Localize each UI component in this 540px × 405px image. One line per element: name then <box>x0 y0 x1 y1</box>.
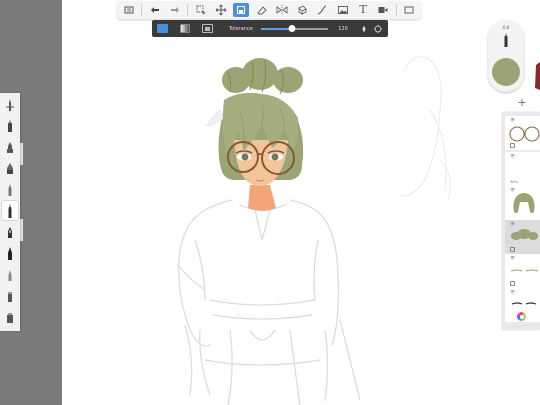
image-icon[interactable] <box>335 3 351 17</box>
canvas-artwork <box>177 56 540 405</box>
layer-opacity-label: 30% <box>510 180 518 184</box>
tolerance-slider-fill <box>260 27 293 30</box>
brush-3-icon[interactable] <box>2 138 18 157</box>
perspective-icon[interactable] <box>294 3 310 17</box>
tolerance-value: 120 <box>338 25 348 32</box>
brush-size-readout: 6.8 <box>502 25 510 30</box>
layer-thumbnail <box>513 193 535 213</box>
current-brush-icon <box>504 33 508 47</box>
tolerance-slider-knob[interactable] <box>288 24 296 32</box>
color-layer-swatch <box>205 26 211 31</box>
lock-icon <box>510 143 515 148</box>
main-toolbar: T <box>117 1 421 19</box>
lock-icon <box>510 247 515 252</box>
brush-palette <box>0 93 20 331</box>
fill-icon[interactable] <box>233 3 250 17</box>
brush-palette-handle[interactable] <box>20 143 23 165</box>
brush-1-icon[interactable] <box>2 95 18 114</box>
transform-icon[interactable] <box>213 3 229 17</box>
pen-curve-icon[interactable] <box>314 3 330 17</box>
gallery-icon[interactable] <box>121 3 137 17</box>
brush-7-icon[interactable] <box>2 223 18 242</box>
fill-options-bar: Tolerance 120 <box>152 20 388 37</box>
brush-10-icon[interactable] <box>2 287 18 306</box>
sample-icon[interactable] <box>359 23 370 34</box>
layer-eyebrows[interactable]: 👁 <box>505 254 540 288</box>
visibility-icon[interactable]: 👁 <box>510 154 515 158</box>
current-color-swatch[interactable] <box>492 58 520 86</box>
layer-sketch[interactable]: 👁 30% <box>505 152 540 186</box>
solid-fill-mode-button[interactable] <box>157 24 168 33</box>
color-puck[interactable]: 6.8 <box>488 20 524 92</box>
brush-9-icon[interactable] <box>2 265 18 284</box>
layer-glasses[interactable]: 👁 <box>505 116 540 150</box>
layer-hair-buns[interactable]: 👁 <box>505 220 540 254</box>
gradient-fill-mode-button[interactable] <box>179 24 191 33</box>
add-layer-button[interactable]: + <box>507 92 537 112</box>
undo-icon[interactable] <box>147 3 163 17</box>
tolerance-label: Tolerance <box>228 25 253 32</box>
toolbar-divider <box>187 4 189 16</box>
color-layer-fill-mode-button[interactable] <box>202 24 213 33</box>
fill-options-settings-icon[interactable] <box>372 23 383 34</box>
layer-hair-back[interactable]: 👁 <box>505 186 540 220</box>
brush-2-icon[interactable] <box>2 116 18 135</box>
brush-11-icon[interactable] <box>2 308 18 327</box>
brush-4-icon[interactable] <box>2 159 18 178</box>
lock-icon <box>510 281 515 286</box>
eraser-icon[interactable] <box>254 3 270 17</box>
redo-icon[interactable] <box>167 3 183 17</box>
window-icon[interactable] <box>401 3 417 17</box>
brush-8-icon[interactable] <box>2 244 18 263</box>
color-wheel-icon[interactable] <box>517 312 526 321</box>
brush-5-icon[interactable] <box>2 180 18 199</box>
brush-palette-handle[interactable] <box>20 219 23 241</box>
toolbar-divider <box>141 4 143 16</box>
drawing-canvas[interactable] <box>62 0 540 405</box>
selection-icon[interactable] <box>193 3 209 17</box>
reference-icon[interactable] <box>375 3 391 17</box>
text-icon[interactable]: T <box>355 3 371 17</box>
toolbar-divider <box>395 4 397 16</box>
symmetry-icon[interactable] <box>274 3 290 17</box>
tolerance-slider[interactable] <box>260 24 329 32</box>
text-tool-glyph: T <box>359 3 367 16</box>
layers-panel: 👁 👁 30% 👁 👁 👁 👁 <box>503 112 540 330</box>
brush-6-icon[interactable] <box>2 201 18 221</box>
